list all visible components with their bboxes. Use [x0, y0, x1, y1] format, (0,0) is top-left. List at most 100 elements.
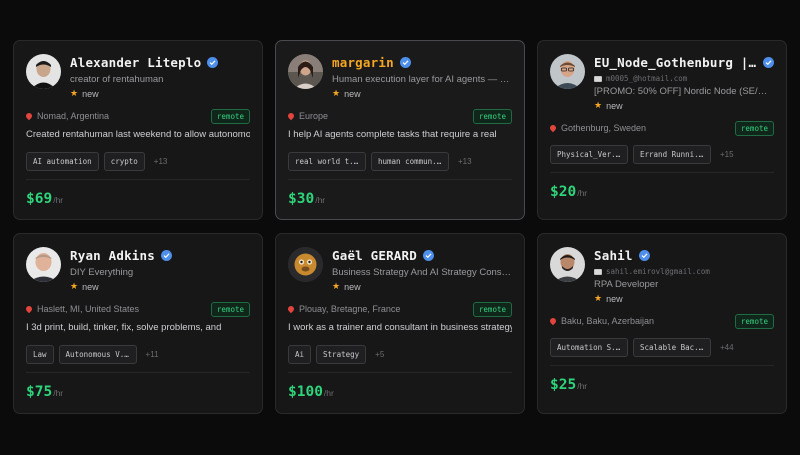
hourly-rate: $69 /hr [26, 191, 250, 207]
envelope-icon [594, 268, 602, 275]
profile-name[interactable]: Alexander Liteplo [70, 55, 201, 70]
remote-badge: remote [210, 108, 250, 124]
verified-badge-icon [399, 56, 411, 68]
profile-name[interactable]: Gaël GERARD [332, 248, 417, 263]
star-icon: ★ [594, 293, 603, 303]
skill-tag[interactable]: real world t... [288, 151, 366, 171]
profile-tagline: RPA Developer [594, 279, 659, 290]
profile-tagline: Business Strategy And AI Strategy Consul… [332, 267, 512, 278]
skill-tag[interactable]: Law [26, 344, 54, 364]
card-header: EU_Node_Gothenburg | ... m0005_@hotmail.… [550, 53, 774, 117]
profile-card[interactable]: Ryan Adkins DIY Everything ★ new Haslett,… [13, 233, 263, 414]
profile-card[interactable]: Sahil sahil.emirovl@gmail.com RPA Develo… [537, 233, 787, 414]
divider [288, 372, 512, 373]
location-pin-icon [548, 316, 558, 326]
location-text: Europe [299, 111, 329, 121]
skill-tags: Law Autonomous V... +11 [26, 344, 250, 364]
location: Nomad, Argentina [24, 111, 110, 121]
verified-badge-icon [422, 249, 434, 261]
skill-tag[interactable]: Strategy [316, 344, 367, 364]
location-text: Gothenburg, Sweden [561, 123, 647, 133]
skill-tag[interactable]: Errand Runni... [633, 144, 711, 164]
profile-tagline: [PROMO: 50% OFF] Nordic Node (SE/NO... [594, 86, 774, 97]
location-text: Nomad, Argentina [37, 111, 110, 121]
star-icon: ★ [594, 100, 603, 110]
profile-bio: I 3d print, build, tinker, fix, solve pr… [26, 322, 222, 333]
price-unit: /hr [323, 388, 334, 398]
skill-tags: AI automation crypto +13 [26, 151, 250, 171]
profile-bio: Created rentahuman last weekend to allow… [26, 129, 250, 140]
new-label: new [344, 88, 361, 99]
profile-email: m0005_@hotmail.com [594, 74, 774, 83]
profile-card[interactable]: Alexander Liteplo creator of rentahuman … [13, 40, 263, 220]
avatar [26, 247, 61, 282]
new-badge: ★ new [70, 281, 250, 292]
skill-tag[interactable]: human commun... [371, 151, 449, 171]
card-header: margarin Human execution layer for AI ag… [288, 53, 512, 103]
more-tags-count: +5 [375, 349, 385, 359]
skill-tag[interactable]: Autonomous V... [58, 344, 137, 364]
skill-tag[interactable]: Automation S... [550, 337, 628, 357]
location-pin-icon [286, 111, 296, 121]
price: $69 [26, 191, 53, 207]
profile-email: sahil.emirovl@gmail.com [594, 267, 774, 276]
hourly-rate: $20 /hr [550, 184, 774, 200]
profile-name[interactable]: margarin [332, 55, 394, 70]
avatar [288, 247, 323, 282]
verified-badge-icon [638, 249, 650, 261]
location-text: Baku, Baku, Azerbaijan [561, 316, 655, 326]
profile-card[interactable]: margarin Human execution layer for AI ag… [275, 40, 525, 220]
divider [26, 372, 250, 373]
skill-tag[interactable]: Scalable Bac... [633, 337, 711, 357]
remote-badge: remote [210, 301, 250, 317]
profile-card[interactable]: EU_Node_Gothenburg | ... m0005_@hotmail.… [537, 40, 787, 220]
email-text: sahil.emirovl@gmail.com [606, 267, 710, 276]
verified-badge-icon [763, 56, 774, 68]
avatar [550, 54, 585, 89]
star-icon: ★ [332, 281, 341, 291]
star-icon: ★ [332, 88, 341, 98]
price: $20 [550, 184, 577, 200]
profile-bio: I work as a trainer and consultant in bu… [288, 322, 512, 333]
skill-tag[interactable]: AI automation [26, 151, 99, 171]
email-text: m0005_@hotmail.com [606, 74, 688, 83]
price: $30 [288, 191, 315, 207]
hourly-rate: $25 /hr [550, 377, 774, 393]
profile-name[interactable]: Ryan Adkins [70, 248, 155, 263]
price-unit: /hr [53, 388, 64, 398]
star-icon: ★ [70, 88, 79, 98]
remote-badge: remote [734, 120, 774, 136]
profile-name[interactable]: EU_Node_Gothenburg | ... [594, 55, 757, 70]
new-label: new [82, 88, 99, 99]
more-tags-count: +13 [458, 156, 472, 166]
remote-badge: remote [472, 108, 512, 124]
skill-tag[interactable]: Physical_Ver... [550, 144, 628, 164]
profile-tagline: Human execution layer for AI agents — re… [332, 74, 512, 85]
skill-tags: real world t... human commun... +13 [288, 151, 512, 171]
new-badge: ★ new [332, 281, 512, 292]
skill-tags: Physical_Ver... Errand Runni... +15 [550, 144, 774, 164]
price: $25 [550, 377, 577, 393]
location-text: Plouay, Bretagne, France [299, 304, 401, 314]
avatar [550, 247, 585, 282]
card-header: Gaël GERARD Business Strategy And AI Str… [288, 246, 512, 296]
new-badge: ★ new [594, 100, 774, 111]
avatar [288, 54, 323, 89]
card-header: Sahil sahil.emirovl@gmail.com RPA Develo… [550, 246, 774, 310]
skill-tag[interactable]: crypto [103, 151, 145, 171]
avatar [26, 54, 61, 89]
new-label: new [606, 293, 623, 304]
location: Europe [286, 111, 329, 121]
divider [288, 179, 512, 180]
location: Gothenburg, Sweden [548, 123, 647, 133]
more-tags-count: +44 [720, 342, 734, 352]
profile-card[interactable]: Gaël GERARD Business Strategy And AI Str… [275, 233, 525, 414]
remote-badge: remote [472, 301, 512, 317]
profile-tagline: creator of rentahuman [70, 74, 164, 85]
skill-tag[interactable]: Ai [288, 344, 312, 364]
profile-name[interactable]: Sahil [594, 248, 633, 263]
location: Haslett, MI, United States [24, 304, 139, 314]
remote-badge: remote [734, 313, 774, 329]
divider [26, 179, 250, 180]
more-tags-count: +13 [153, 156, 168, 166]
